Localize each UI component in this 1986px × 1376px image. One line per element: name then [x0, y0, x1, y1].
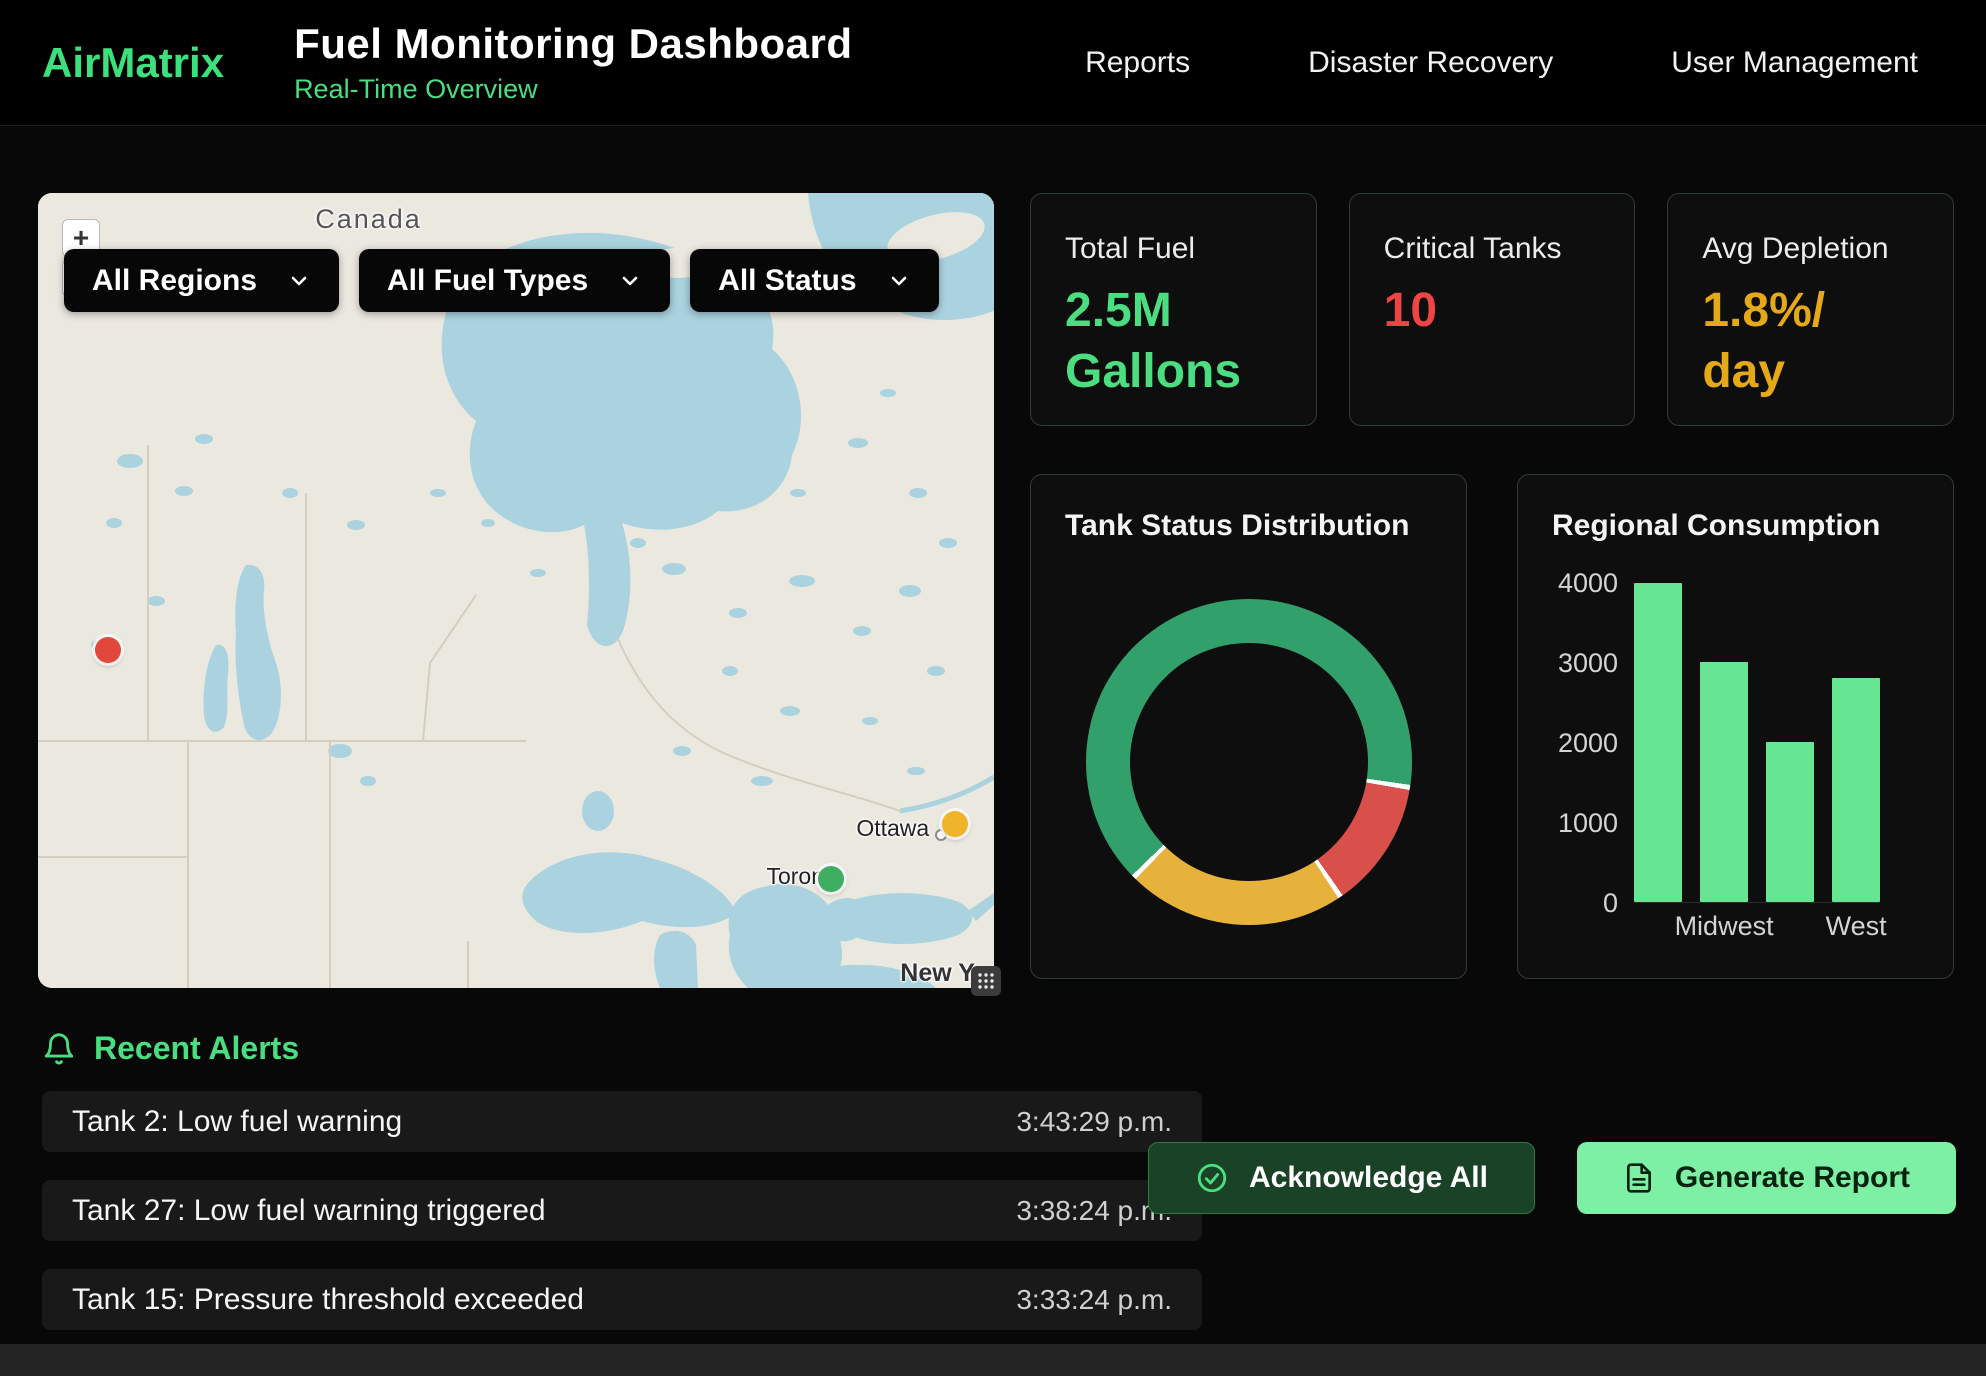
y-tick-label: 0 [1558, 890, 1618, 916]
check-circle-icon [1195, 1161, 1229, 1195]
bar-plot: Midwest West [1634, 583, 1880, 903]
bar-col: Midwest [1700, 583, 1748, 902]
stat-label: Critical Tanks [1384, 232, 1601, 266]
y-tick-label: 3000 [1558, 650, 1618, 676]
basemap-svg [38, 193, 994, 988]
charts-row: Tank Status Distribution Regional Consum… [1030, 474, 1954, 979]
alert-row[interactable]: Tank 15: Pressure threshold exceeded 3:3… [42, 1269, 1202, 1330]
bar-col [1634, 583, 1682, 902]
map-canvas[interactable]: Canada Ottawa Toronto New York + − All R… [38, 193, 994, 988]
chevron-down-icon [618, 269, 642, 293]
bar-col [1766, 583, 1814, 902]
stat-value: 1.8%/ day [1702, 280, 1919, 403]
chevron-down-icon [287, 269, 311, 293]
main-nav: Reports Disaster Recovery User Managemen… [1085, 46, 1944, 80]
consumption-bar-chart: 4000 3000 2000 1000 0 Midwest [1552, 583, 1919, 916]
y-axis: 4000 3000 2000 1000 0 [1558, 570, 1618, 916]
chart-title: Regional Consumption [1552, 509, 1919, 543]
alert-text: Tank 15: Pressure threshold exceeded [72, 1283, 584, 1317]
nav-user-management[interactable]: User Management [1671, 46, 1918, 80]
stat-card-critical-tanks: Critical Tanks 10 [1349, 193, 1636, 426]
map-marker[interactable] [95, 637, 121, 663]
y-tick-label: 1000 [1558, 810, 1618, 836]
generate-report-label: Generate Report [1675, 1161, 1910, 1195]
regions-filter-value: All Regions [92, 264, 257, 298]
acknowledge-all-label: Acknowledge All [1249, 1161, 1488, 1195]
consumption-bar [1700, 662, 1748, 902]
status-filter-dropdown[interactable]: All Status [690, 249, 938, 312]
map-marker[interactable] [818, 866, 844, 892]
y-tick-label: 4000 [1558, 570, 1618, 596]
fuel-types-filter-value: All Fuel Types [387, 264, 588, 298]
bottom-strip [0, 1344, 1986, 1376]
generate-report-button[interactable]: Generate Report [1577, 1142, 1956, 1214]
alerts-title: Recent Alerts [94, 1030, 299, 1067]
nav-disaster-recovery[interactable]: Disaster Recovery [1308, 46, 1553, 80]
consumption-bar [1832, 678, 1880, 902]
alerts-header: Recent Alerts [42, 1030, 1956, 1067]
alert-text: Tank 2: Low fuel warning [72, 1105, 402, 1139]
alerts-section: Recent Alerts Tank 2: Low fuel warning 3… [0, 1030, 1986, 1330]
acknowledge-all-button[interactable]: Acknowledge All [1148, 1142, 1535, 1214]
tank-status-donut [1086, 599, 1412, 925]
stat-label: Total Fuel [1065, 232, 1282, 266]
map-panel: Canada Ottawa Toronto New York + − All R… [38, 193, 994, 988]
alert-list: Tank 2: Low fuel warning 3:43:29 p.m. Ta… [42, 1091, 1202, 1330]
alert-row[interactable]: Tank 27: Low fuel warning triggered 3:38… [42, 1180, 1202, 1241]
chart-title: Tank Status Distribution [1065, 509, 1432, 543]
resize-handle[interactable] [971, 966, 1001, 996]
regions-filter-dropdown[interactable]: All Regions [64, 249, 339, 312]
stat-card-total-fuel: Total Fuel 2.5M Gallons [1030, 193, 1317, 426]
alert-time: 3:33:24 p.m. [1016, 1284, 1172, 1316]
alerts-body: Tank 2: Low fuel warning 3:43:29 p.m. Ta… [42, 1091, 1956, 1330]
map-label-canada: Canada [315, 204, 422, 235]
x-tick-label: Midwest [1675, 911, 1774, 942]
stat-value: 10 [1384, 280, 1601, 341]
chevron-down-icon [887, 269, 911, 293]
alert-text: Tank 27: Low fuel warning triggered [72, 1194, 546, 1228]
dashboard-main: Canada Ottawa Toronto New York + − All R… [0, 126, 1986, 988]
fuel-types-filter-dropdown[interactable]: All Fuel Types [359, 249, 670, 312]
page-subtitle: Real-Time Overview [294, 74, 852, 105]
status-filter-value: All Status [718, 264, 856, 298]
nav-reports[interactable]: Reports [1085, 46, 1190, 80]
page-title: Fuel Monitoring Dashboard [294, 20, 852, 68]
donut-hole [1130, 643, 1368, 881]
title-block: Fuel Monitoring Dashboard Real-Time Over… [294, 20, 852, 105]
stat-value: 2.5M Gallons [1065, 280, 1282, 403]
map-marker[interactable] [942, 811, 968, 837]
right-column: Total Fuel 2.5M Gallons Critical Tanks 1… [1030, 193, 1954, 988]
map-label-ottawa: Ottawa [856, 815, 929, 842]
y-tick-label: 2000 [1558, 730, 1618, 756]
alert-row[interactable]: Tank 2: Low fuel warning 3:43:29 p.m. [42, 1091, 1202, 1152]
stat-label: Avg Depletion [1702, 232, 1919, 266]
regional-consumption-card: Regional Consumption 4000 3000 2000 1000… [1517, 474, 1954, 979]
bell-icon [42, 1032, 76, 1066]
tank-status-card: Tank Status Distribution [1030, 474, 1467, 979]
alert-actions: Acknowledge All Generate Report [1148, 1142, 1956, 1214]
file-text-icon [1623, 1162, 1655, 1194]
grip-dots-icon [977, 972, 995, 990]
x-tick-label: West [1826, 911, 1887, 942]
stat-card-avg-depletion: Avg Depletion 1.8%/ day [1667, 193, 1954, 426]
app-logo[interactable]: AirMatrix [42, 39, 224, 87]
alert-time: 3:43:29 p.m. [1016, 1106, 1172, 1138]
stats-row: Total Fuel 2.5M Gallons Critical Tanks 1… [1030, 193, 1954, 426]
consumption-bar [1634, 583, 1682, 902]
map-filter-bar: All Regions All Fuel Types All Status [64, 249, 939, 312]
bar-col: West [1832, 583, 1880, 902]
app-header: AirMatrix Fuel Monitoring Dashboard Real… [0, 0, 1986, 126]
consumption-bar [1766, 742, 1814, 902]
